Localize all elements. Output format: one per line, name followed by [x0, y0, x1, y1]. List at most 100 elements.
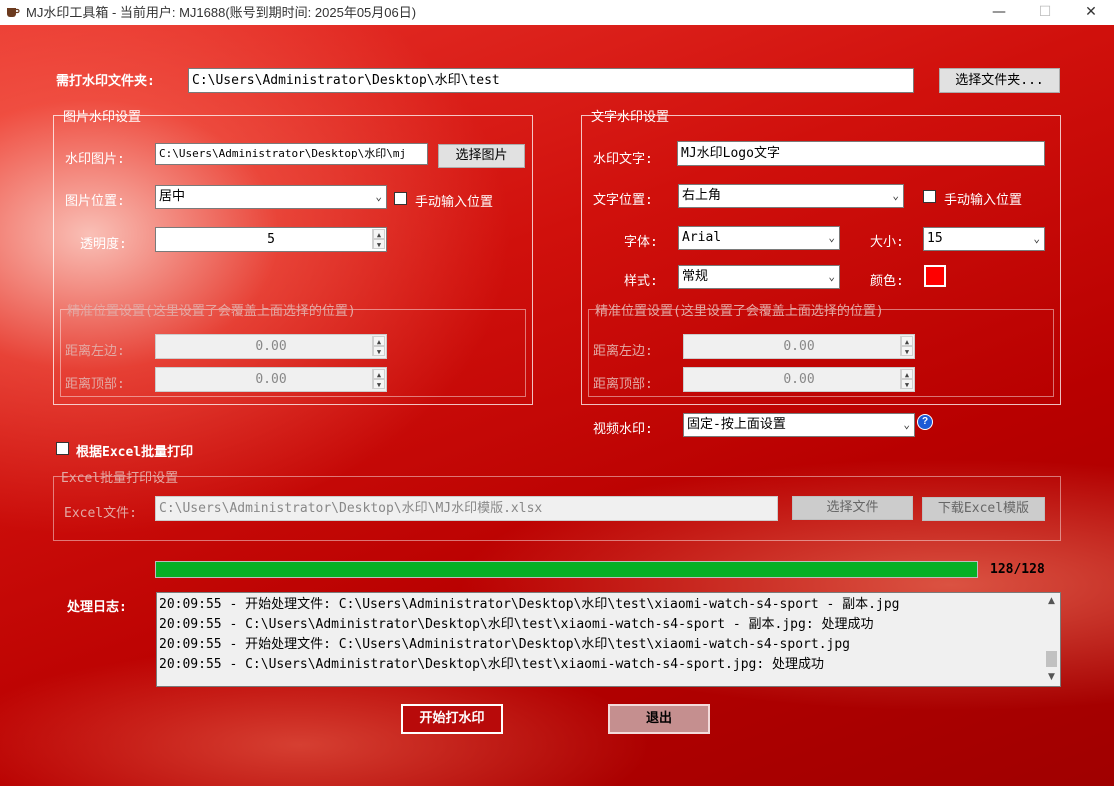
- excel-batch-label: 根据Excel批量打印: [76, 445, 194, 460]
- spin-up-icon[interactable]: ▲: [373, 336, 385, 346]
- style-label: 样式:: [624, 274, 658, 289]
- image-watermark-legend: 图片水印设置: [63, 110, 142, 125]
- log-textarea[interactable]: 20:09:55 - 开始处理文件: C:\Users\Administrato…: [156, 592, 1061, 687]
- text-top-spinbox[interactable]: 0.00 ▲ ▼: [683, 367, 915, 392]
- chevron-down-icon: ⌄: [1033, 232, 1040, 245]
- opacity-spinbox[interactable]: 5 ▲ ▼: [155, 227, 387, 252]
- text-position-select[interactable]: 右上角 ⌄: [678, 184, 904, 208]
- image-path-input[interactable]: C:\Users\Administrator\Desktop\水印\mj: [155, 143, 428, 165]
- opacity-value: 5: [267, 232, 275, 247]
- font-label: 字体:: [624, 235, 658, 250]
- text-label: 水印文字:: [593, 152, 653, 167]
- chevron-down-icon: ⌄: [828, 270, 835, 283]
- excel-file-input[interactable]: C:\Users\Administrator\Desktop\水印\MJ水印模版…: [155, 496, 778, 521]
- text-left-value: 0.00: [783, 339, 815, 354]
- size-value: 15: [927, 231, 943, 246]
- close-button[interactable]: ✕: [1068, 0, 1114, 25]
- spin-up-icon[interactable]: ▲: [901, 369, 913, 379]
- text-top-value: 0.00: [783, 372, 815, 387]
- text-watermark-legend: 文字水印设置: [591, 110, 670, 125]
- log-label: 处理日志:: [67, 600, 127, 615]
- choose-image-button[interactable]: 选择图片: [438, 144, 525, 168]
- image-position-value: 居中: [159, 189, 186, 204]
- log-line: 20:09:55 - 开始处理文件: C:\Users\Administrato…: [159, 597, 900, 612]
- text-top-label: 距离顶部:: [593, 377, 653, 392]
- video-watermark-label: 视频水印:: [593, 422, 653, 437]
- style-select[interactable]: 常规 ⌄: [678, 265, 840, 289]
- progress-text: 128/128: [990, 562, 1045, 577]
- scroll-up-icon[interactable]: ▲: [1043, 593, 1060, 610]
- spin-up-icon[interactable]: ▲: [373, 229, 385, 239]
- scroll-thumb[interactable]: [1046, 651, 1057, 667]
- text-left-spin-buttons: ▲ ▼: [900, 336, 913, 356]
- opacity-label: 透明度:: [80, 237, 127, 252]
- coffee-cup-icon: [7, 8, 20, 17]
- window-title: MJ水印工具箱 - 当前用户: MJ1688(账号到期时间: 2025年05月0…: [26, 5, 417, 20]
- text-left-label: 距离左边:: [593, 344, 653, 359]
- log-line: 20:09:55 - 开始处理文件: C:\Users\Administrato…: [159, 637, 850, 652]
- progress-bar: [155, 561, 978, 578]
- image-top-spinbox[interactable]: 0.00 ▲ ▼: [155, 367, 387, 392]
- folder-path-input[interactable]: C:\Users\Administrator\Desktop\水印\test: [188, 68, 914, 93]
- text-color-swatch[interactable]: [924, 265, 946, 287]
- chevron-down-icon: ⌄: [903, 418, 910, 431]
- title-bar: MJ水印工具箱 - 当前用户: MJ1688(账号到期时间: 2025年05月0…: [0, 0, 1114, 25]
- image-top-spin-buttons: ▲ ▼: [372, 369, 385, 389]
- image-manual-position-label: 手动输入位置: [415, 195, 494, 210]
- maximize-button[interactable]: ☐: [1022, 0, 1068, 25]
- scroll-down-icon[interactable]: ▼: [1043, 669, 1060, 686]
- start-watermark-button[interactable]: 开始打水印: [401, 704, 503, 734]
- choose-excel-button[interactable]: 选择文件: [792, 496, 913, 520]
- opacity-spin-buttons: ▲ ▼: [372, 229, 385, 249]
- image-left-spinbox[interactable]: 0.00 ▲ ▼: [155, 334, 387, 359]
- chevron-down-icon: ⌄: [375, 190, 382, 203]
- font-value: Arial: [682, 230, 722, 245]
- image-manual-position-checkbox[interactable]: [394, 192, 407, 205]
- text-left-spinbox[interactable]: 0.00 ▲ ▼: [683, 334, 915, 359]
- download-excel-template-button[interactable]: 下载Excel模版: [922, 497, 1045, 521]
- image-top-value: 0.00: [255, 372, 287, 387]
- style-value: 常规: [682, 269, 709, 284]
- watermark-text-input[interactable]: MJ水印Logo文字: [677, 141, 1045, 166]
- text-position-value: 右上角: [682, 188, 722, 203]
- size-select[interactable]: 15 ⌄: [923, 227, 1045, 251]
- spin-down-icon[interactable]: ▼: [373, 239, 385, 249]
- choose-folder-button[interactable]: 选择文件夹...: [939, 68, 1060, 93]
- text-manual-position-label: 手动输入位置: [944, 193, 1023, 208]
- log-scrollbar[interactable]: ▲ ▼: [1043, 593, 1060, 686]
- spin-up-icon[interactable]: ▲: [373, 369, 385, 379]
- image-left-spin-buttons: ▲ ▼: [372, 336, 385, 356]
- help-circle-icon[interactable]: ?: [917, 414, 933, 430]
- text-position-label: 文字位置:: [593, 193, 653, 208]
- image-left-value: 0.00: [255, 339, 287, 354]
- image-top-label: 距离顶部:: [65, 377, 125, 392]
- excel-legend: Excel批量打印设置: [61, 471, 179, 486]
- exit-button[interactable]: 退出: [608, 704, 710, 734]
- spin-down-icon[interactable]: ▼: [373, 379, 385, 389]
- video-watermark-select[interactable]: 固定-按上面设置 ⌄: [683, 413, 915, 437]
- image-left-label: 距离左边:: [65, 344, 125, 359]
- excel-batch-checkbox[interactable]: [56, 442, 69, 455]
- image-label: 水印图片:: [65, 152, 125, 167]
- log-line: 20:09:55 - C:\Users\Administrator\Deskto…: [159, 617, 874, 632]
- log-lines: 20:09:55 - 开始处理文件: C:\Users\Administrato…: [157, 593, 1060, 675]
- chevron-down-icon: ⌄: [892, 189, 899, 202]
- image-position-select[interactable]: 居中 ⌄: [155, 185, 387, 209]
- folder-label: 需打水印文件夹:: [56, 74, 155, 89]
- text-manual-position-checkbox[interactable]: [923, 190, 936, 203]
- color-label: 颜色:: [870, 274, 904, 289]
- spin-down-icon[interactable]: ▼: [373, 346, 385, 356]
- font-select[interactable]: Arial ⌄: [678, 226, 840, 250]
- image-precise-legend: 精准位置设置(这里设置了会覆盖上面选择的位置): [67, 304, 356, 319]
- progress-fill: [156, 562, 977, 577]
- minimize-button[interactable]: —: [976, 0, 1022, 25]
- text-precise-legend: 精准位置设置(这里设置了会覆盖上面选择的位置): [595, 304, 884, 319]
- spin-down-icon[interactable]: ▼: [901, 346, 913, 356]
- chevron-down-icon: ⌄: [828, 231, 835, 244]
- log-line: 20:09:55 - C:\Users\Administrator\Deskto…: [159, 657, 824, 672]
- spin-down-icon[interactable]: ▼: [901, 379, 913, 389]
- video-watermark-value: 固定-按上面设置: [687, 417, 786, 432]
- text-top-spin-buttons: ▲ ▼: [900, 369, 913, 389]
- spin-up-icon[interactable]: ▲: [901, 336, 913, 346]
- size-label: 大小:: [870, 235, 904, 250]
